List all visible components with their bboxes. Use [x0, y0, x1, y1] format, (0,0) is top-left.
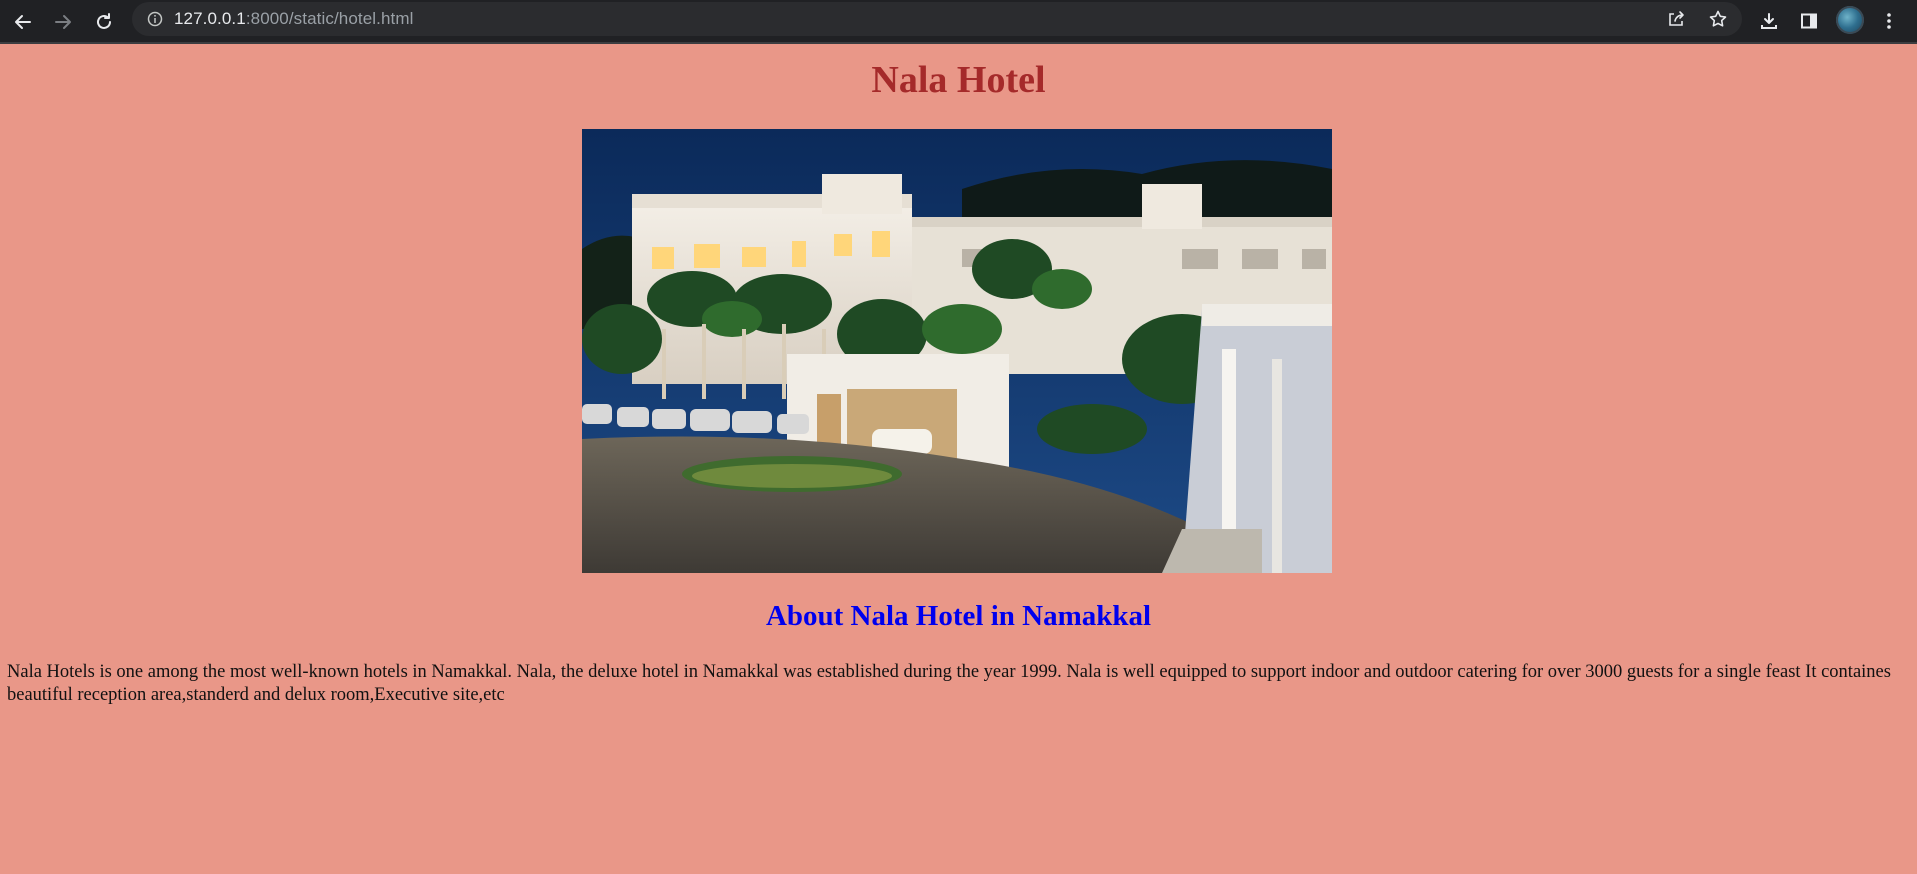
bookmark-star-icon[interactable]	[1708, 9, 1728, 34]
page-title: Nala Hotel	[871, 59, 1046, 101]
back-arrow-icon[interactable]	[10, 9, 36, 35]
profile-avatar[interactable]	[1836, 6, 1864, 34]
page-content: Nala Hotel About Nala Hotel in Namakkal …	[0, 44, 1917, 705]
address-bar[interactable]: 127.0.0.1:8000/static/hotel.html	[132, 2, 1742, 36]
site-info-icon[interactable]	[146, 10, 164, 28]
url-text: 127.0.0.1:8000/static/hotel.html	[174, 9, 413, 29]
url-path: :8000/static/hotel.html	[245, 9, 414, 28]
hotel-photo	[582, 129, 1332, 573]
url-host: 127.0.0.1	[174, 9, 246, 28]
browser-toolbar: 127.0.0.1:8000/static/hotel.html	[0, 0, 1917, 42]
section-heading: About Nala Hotel in Namakkal	[765, 600, 1152, 632]
forward-arrow-icon[interactable]	[50, 9, 76, 35]
kebab-menu-icon[interactable]	[1876, 8, 1902, 34]
hotel-description: Nala Hotels is one among the most well-k…	[7, 662, 1891, 705]
side-panel-icon[interactable]	[1796, 8, 1822, 34]
reload-icon[interactable]	[91, 9, 117, 35]
share-icon[interactable]	[1666, 9, 1686, 34]
download-icon[interactable]	[1756, 8, 1782, 34]
